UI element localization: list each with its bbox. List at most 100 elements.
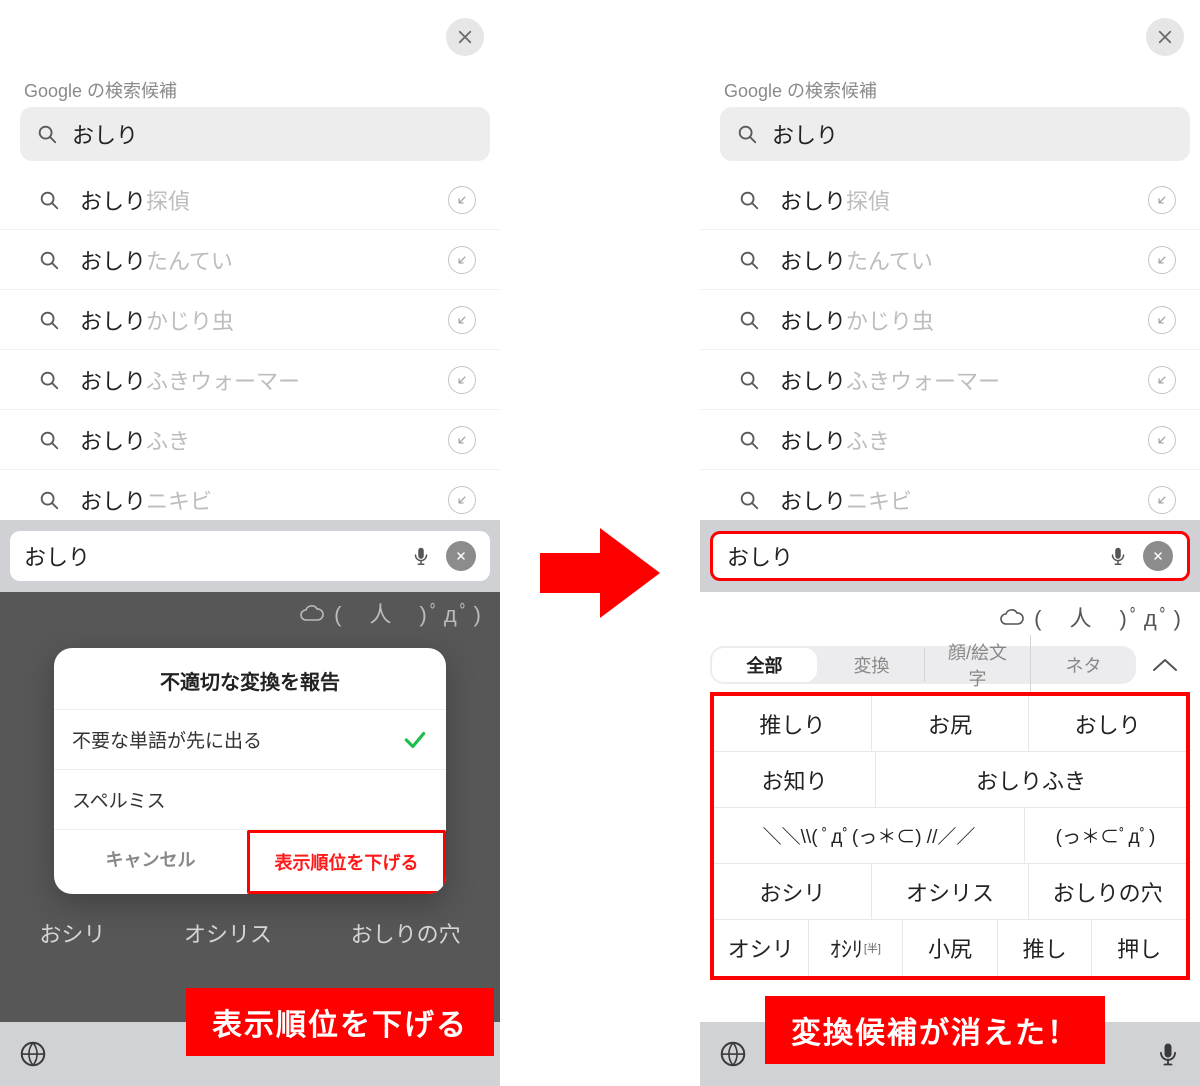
fill-arrow-icon[interactable] <box>1148 486 1176 514</box>
candidate-cell[interactable]: お尻 <box>871 696 1029 751</box>
input-value: おしり <box>24 540 90 572</box>
kaomoji-preview: ( 人 )ﾟдﾟ) <box>700 594 1200 640</box>
close-icon[interactable] <box>446 18 484 56</box>
candidate-cell[interactable]: おしりの穴 <box>1028 864 1186 919</box>
text-input[interactable]: おしり <box>710 531 1190 581</box>
annotation-label: 変換候補が消えた！ <box>765 996 1105 1064</box>
suggestion-item[interactable]: おしり探偵 <box>0 170 500 230</box>
candidate-cell[interactable]: ｵｼﾘ[半] <box>808 920 903 976</box>
suggestion-item[interactable]: おしりかじり虫 <box>0 290 500 350</box>
modal-title: 不適切な変換を報告 <box>54 648 446 709</box>
search-input[interactable]: おしり <box>20 107 490 161</box>
candidate-cell[interactable]: 推しり <box>714 696 871 751</box>
right-screenshot: Google の検索候補 おしり おしり探偵 おしりたんてい おしりかじり虫 <box>700 0 1200 1086</box>
search-icon <box>738 429 760 451</box>
candidate-cell[interactable]: 小尻 <box>902 920 997 976</box>
suggestion-item[interactable]: おしりふきウォーマー <box>0 350 500 410</box>
text-input-bar: おしり <box>700 520 1200 592</box>
candidate-cell[interactable]: ＼＼\\( ﾟдﾟ(っ＊⊂) //／／ <box>714 808 1024 863</box>
clear-input-icon[interactable] <box>1143 541 1173 571</box>
mic-icon[interactable] <box>1154 1040 1182 1068</box>
fill-arrow-icon[interactable] <box>448 486 476 514</box>
fill-arrow-icon[interactable] <box>448 306 476 334</box>
candidate-cell[interactable]: (っ＊⊂ﾟдﾟ) <box>1024 808 1186 863</box>
search-icon <box>38 489 60 511</box>
globe-icon[interactable] <box>18 1039 48 1069</box>
candidate-grid: 推しり お尻 おしり お知り おしりふき ＼＼\\( ﾟдﾟ(っ＊⊂) //／／… <box>710 692 1190 980</box>
mic-icon[interactable] <box>410 545 432 567</box>
fill-arrow-icon[interactable] <box>448 246 476 274</box>
collapse-icon[interactable] <box>1140 646 1190 684</box>
candidate-cell[interactable]: お知り <box>714 752 875 807</box>
search-icon <box>38 189 60 211</box>
fill-arrow-icon[interactable] <box>448 366 476 394</box>
search-icon <box>738 309 760 331</box>
fill-arrow-icon[interactable] <box>1148 426 1176 454</box>
search-query: おしり <box>72 118 138 150</box>
fill-arrow-icon[interactable] <box>448 186 476 214</box>
tab-emoji[interactable]: 顔/絵文字 <box>925 635 1031 695</box>
fill-arrow-icon[interactable] <box>448 426 476 454</box>
tab-neta[interactable]: ネタ <box>1031 648 1136 682</box>
comparison-arrow <box>500 0 700 1086</box>
suggestion-header: Google の検索候補 <box>724 77 877 103</box>
modal-option-unwanted-word[interactable]: 不要な単語が先に出る <box>54 709 446 769</box>
search-icon <box>38 249 60 271</box>
cloud-icon <box>998 606 1026 628</box>
suggestion-list: おしり探偵 おしりたんてい おしりかじり虫 おしりふきウォーマー おしりふき <box>700 170 1200 530</box>
close-icon[interactable] <box>1146 18 1184 56</box>
suggestion-list: おしり探偵 おしりたんてい おしりかじり虫 おしりふきウォーマー おしりふき <box>0 170 500 530</box>
modal-option-spelling-error[interactable]: スペルミス <box>54 769 446 829</box>
suggestion-item[interactable]: おしりたんてい <box>700 230 1200 290</box>
candidate-cell[interactable]: 押し <box>1091 920 1186 976</box>
cloud-icon <box>298 602 326 624</box>
search-icon <box>736 123 758 145</box>
cancel-button[interactable]: キャンセル <box>54 830 247 894</box>
candidate-cell[interactable]: オシリス <box>871 864 1029 919</box>
search-icon <box>38 309 60 331</box>
search-icon <box>38 429 60 451</box>
fill-arrow-icon[interactable] <box>1148 366 1176 394</box>
suggestion-item[interactable]: おしり探偵 <box>700 170 1200 230</box>
left-screenshot: Google の検索候補 おしり おしり探偵 おしりたんてい おしりかじり虫 <box>0 0 500 1086</box>
search-input[interactable]: おしり <box>720 107 1190 161</box>
candidate-peek-row: おシリ オシリス おしりの穴 <box>0 908 500 958</box>
suggestion-item[interactable]: おしりふき <box>0 410 500 470</box>
search-icon <box>36 123 58 145</box>
search-query: おしり <box>772 118 838 150</box>
suggestion-item[interactable]: おしりたんてい <box>0 230 500 290</box>
suggestion-item[interactable]: おしりふき <box>700 410 1200 470</box>
annotation-label: 表示順位を下げる <box>186 988 494 1056</box>
arrow-right-icon <box>540 523 660 623</box>
lower-rank-button[interactable]: 表示順位を下げる <box>247 830 446 894</box>
kaomoji-preview: ( 人 )ﾟдﾟ) <box>298 597 484 629</box>
globe-icon[interactable] <box>718 1039 748 1069</box>
report-modal: 不適切な変換を報告 不要な単語が先に出る スペルミス キャンセル 表示順位を下げ… <box>54 648 446 894</box>
suggestion-header: Google の検索候補 <box>24 77 177 103</box>
clear-input-icon[interactable] <box>446 541 476 571</box>
candidate-tabs: 全部 変換 顔/絵文字 ネタ <box>700 640 1200 690</box>
tab-all[interactable]: 全部 <box>712 648 817 682</box>
fill-arrow-icon[interactable] <box>1148 186 1176 214</box>
candidate-cell[interactable]: おシリ <box>714 864 871 919</box>
tab-convert[interactable]: 変換 <box>819 648 925 682</box>
fill-arrow-icon[interactable] <box>1148 246 1176 274</box>
suggestion-item[interactable]: おしりかじり虫 <box>700 290 1200 350</box>
search-icon <box>38 369 60 391</box>
text-input[interactable]: おしり <box>10 531 490 581</box>
mic-icon[interactable] <box>1107 545 1129 567</box>
modal-overlay: ( 人 )ﾟдﾟ) 不適切な変換を報告 不要な単語が先に出る スペルミス キャン… <box>0 592 500 1022</box>
candidate-cell[interactable]: おしり <box>1028 696 1186 751</box>
search-icon <box>738 489 760 511</box>
fill-arrow-icon[interactable] <box>1148 306 1176 334</box>
check-icon <box>402 727 428 753</box>
candidate-cell[interactable]: 推し <box>997 920 1092 976</box>
candidate-cell[interactable]: オシリ <box>714 920 808 976</box>
input-value: おしり <box>727 540 793 572</box>
suggestion-item[interactable]: おしりふきウォーマー <box>700 350 1200 410</box>
candidate-cell[interactable]: おしりふき <box>875 752 1186 807</box>
search-icon <box>738 249 760 271</box>
search-icon <box>738 369 760 391</box>
text-input-bar: おしり <box>0 520 500 592</box>
search-icon <box>738 189 760 211</box>
